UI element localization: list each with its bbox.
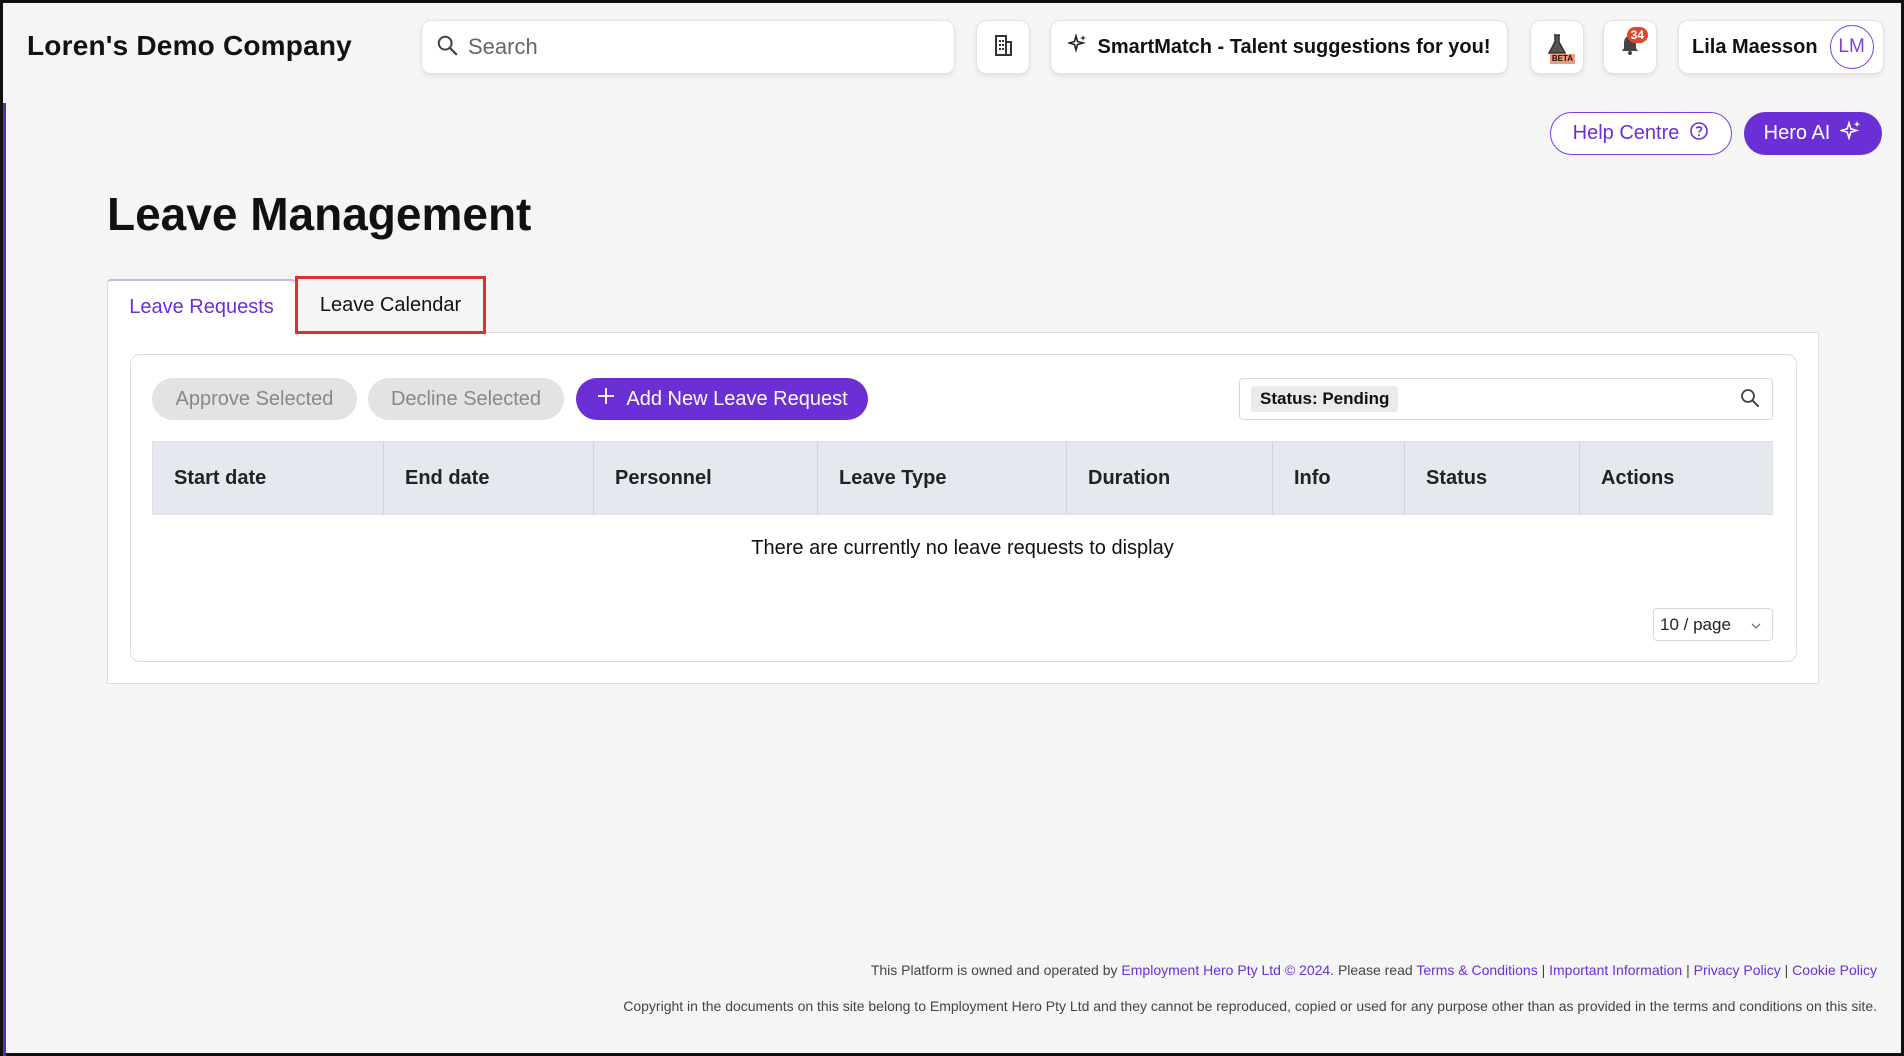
company-name: Loren's Demo Company <box>27 30 352 61</box>
status-filter-input[interactable]: Status: Pending <box>1239 378 1773 420</box>
hero-ai-button[interactable]: Hero AI <box>1744 112 1882 155</box>
privacy-policy-link[interactable]: Privacy Policy <box>1694 962 1781 978</box>
tab-leave-requests[interactable]: Leave Requests <box>107 279 296 333</box>
global-search[interactable] <box>421 20 955 74</box>
sparkle-icon <box>1839 119 1862 148</box>
user-menu-button[interactable]: Lila Maesson LM <box>1678 20 1884 74</box>
notification-count-badge: 34 <box>1626 27 1648 43</box>
page-size-select[interactable]: 10 / page <box>1653 608 1773 641</box>
footer-legal-line: This Platform is owned and operated by E… <box>870 962 1877 978</box>
avatar: LM <box>1829 25 1874 69</box>
help-centre-label: Help Centre <box>1572 122 1680 144</box>
sparkle-icon <box>1065 32 1088 60</box>
table-header: Start date End date Personnel Leave Type… <box>152 441 1773 515</box>
add-new-leave-request-button[interactable]: Add New Leave Request <box>576 378 868 420</box>
page-size-value: 10 / page <box>1660 614 1731 634</box>
organisation-button[interactable] <box>976 20 1030 74</box>
building-icon <box>993 34 1013 61</box>
employment-hero-link[interactable]: Employment Hero Pty Ltd © 2024 <box>1121 962 1330 978</box>
help-centre-button[interactable]: Help Centre <box>1550 112 1732 155</box>
smartmatch-label: SmartMatch - Talent suggestions for you! <box>1097 35 1491 58</box>
footer-mid: . Please read <box>1330 962 1413 978</box>
search-input[interactable] <box>468 34 928 60</box>
question-circle-icon <box>1689 121 1709 147</box>
chevron-down-icon <box>1750 617 1762 637</box>
footer-copyright: Copyright in the documents on this site … <box>623 998 1877 1014</box>
beta-labs-button[interactable]: BETA <box>1530 20 1584 74</box>
beta-tag: BETA <box>1549 54 1575 64</box>
page-title: Leave Management <box>107 188 532 240</box>
column-personnel[interactable]: Personnel <box>594 442 818 514</box>
smartmatch-button[interactable]: SmartMatch - Talent suggestions for you! <box>1050 20 1508 74</box>
column-actions[interactable]: Actions <box>1580 442 1772 514</box>
terms-link[interactable]: Terms & Conditions <box>1416 962 1537 978</box>
column-info[interactable]: Info <box>1273 442 1405 514</box>
status-filter-chip[interactable]: Status: Pending <box>1251 386 1399 412</box>
tab-leave-calendar[interactable]: Leave Calendar <box>295 276 486 334</box>
column-end-date[interactable]: End date <box>384 442 594 514</box>
column-duration[interactable]: Duration <box>1067 442 1273 514</box>
hero-ai-label: Hero AI <box>1763 122 1831 144</box>
empty-state-message: There are currently no leave requests to… <box>751 537 1174 559</box>
plus-icon <box>596 386 616 412</box>
column-leave-type[interactable]: Leave Type <box>818 442 1067 514</box>
column-status[interactable]: Status <box>1405 442 1580 514</box>
search-icon <box>436 34 458 61</box>
add-new-label: Add New Leave Request <box>626 387 848 410</box>
user-name: Lila Maesson <box>1692 35 1818 58</box>
search-icon[interactable] <box>1740 388 1760 413</box>
column-start-date[interactable]: Start date <box>153 442 384 514</box>
notifications-button[interactable]: 34 <box>1603 20 1657 74</box>
important-information-link[interactable]: Important Information <box>1549 962 1682 978</box>
decline-selected-button[interactable]: Decline Selected <box>368 378 564 420</box>
left-accent-bar <box>3 103 6 1056</box>
footer-prefix: This Platform is owned and operated by <box>870 962 1118 978</box>
approve-selected-button[interactable]: Approve Selected <box>152 378 357 420</box>
cookie-policy-link[interactable]: Cookie Policy <box>1792 962 1877 978</box>
